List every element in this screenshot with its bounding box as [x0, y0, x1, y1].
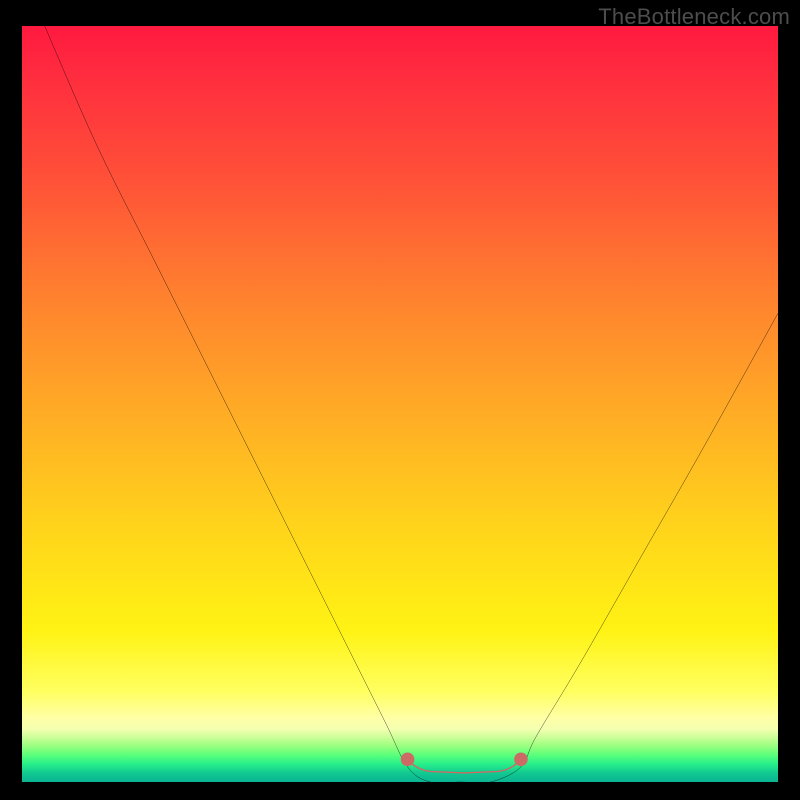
watermark-text: TheBottleneck.com [598, 4, 790, 30]
optimal-flat-region [22, 26, 778, 782]
chart-plot-area [22, 26, 778, 782]
